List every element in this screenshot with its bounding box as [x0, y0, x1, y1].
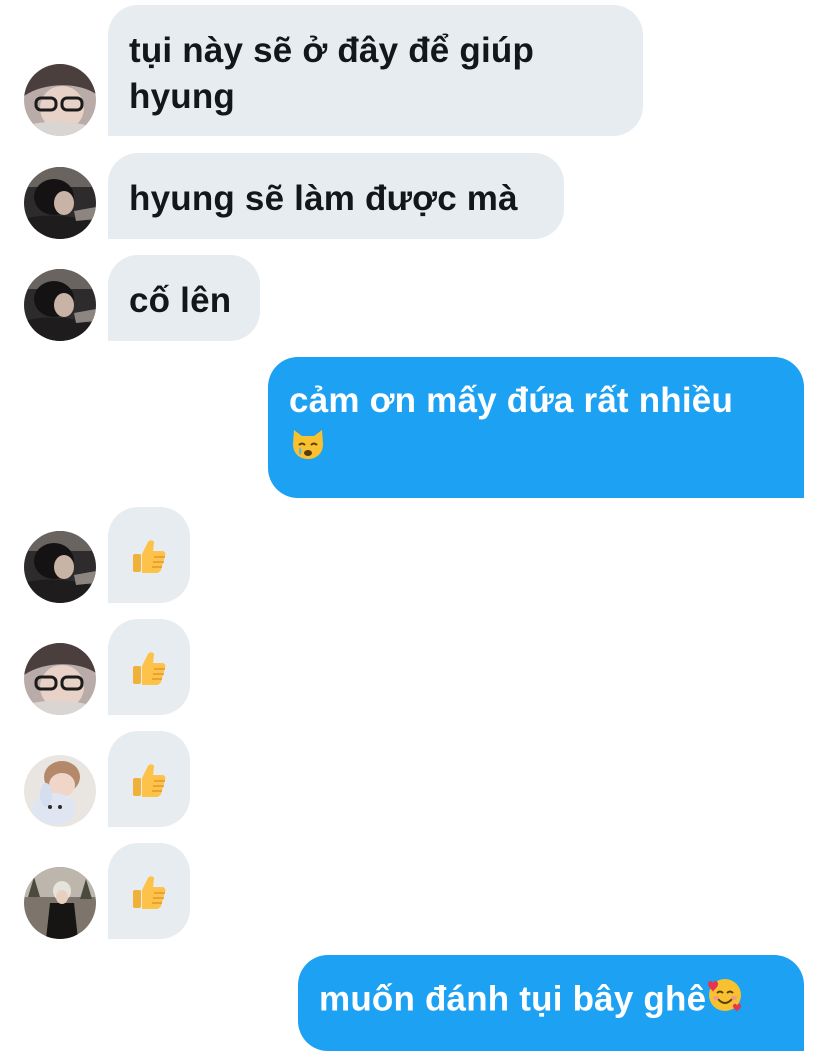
avatar-outdoor[interactable]: [24, 867, 96, 939]
message-bubble-incoming[interactable]: tụi này sẽ ở đây để giúp hyung: [108, 5, 643, 136]
smiling-face-with-hearts-icon: [706, 976, 744, 1026]
avatar-dark[interactable]: [24, 269, 96, 341]
thumbs-up-icon: [133, 540, 166, 573]
message-text: hyung sẽ làm được mà: [129, 179, 518, 218]
message-bubble-outgoing[interactable]: muốn đánh tụi bây ghê: [298, 955, 804, 1051]
avatar-photo-dark: [24, 269, 96, 341]
avatar-dark[interactable]: [24, 531, 96, 603]
message-text: tụi này sẽ ở đây để giúp hyung: [129, 31, 535, 116]
message-bubble-incoming[interactable]: [108, 843, 190, 939]
avatar-photo-glasses: [24, 64, 96, 136]
message-bubble-incoming[interactable]: [108, 731, 190, 827]
message-bubble-outgoing[interactable]: cảm ơn mấy đứa rất nhiều: [268, 357, 804, 498]
message-text: muốn đánh tụi bây ghê: [319, 979, 707, 1019]
message-bubble-incoming[interactable]: [108, 619, 190, 715]
thumbs-up-icon: [133, 652, 166, 685]
avatar-photo-plush: [24, 755, 96, 827]
avatar-photo-dark: [24, 167, 96, 239]
avatar-dark[interactable]: [24, 167, 96, 239]
crying-cat-face-icon: [289, 424, 327, 474]
avatar-photo-dark: [24, 531, 96, 603]
avatar-glasses[interactable]: [24, 64, 96, 136]
avatar-photo-outdoor: [24, 867, 96, 939]
message-bubble-incoming[interactable]: [108, 507, 190, 603]
message-text: cố lên: [129, 281, 232, 320]
message-bubble-incoming[interactable]: hyung sẽ làm được mà: [108, 153, 564, 239]
avatar-photo-glasses: [24, 643, 96, 715]
avatar-plush[interactable]: [24, 755, 96, 827]
thumbs-up-icon: [133, 876, 166, 909]
thumbs-up-icon: [133, 764, 166, 797]
avatar-glasses[interactable]: [24, 643, 96, 715]
message-bubble-incoming[interactable]: cố lên: [108, 255, 260, 341]
message-text: cảm ơn mấy đứa rất nhiều: [289, 381, 734, 420]
